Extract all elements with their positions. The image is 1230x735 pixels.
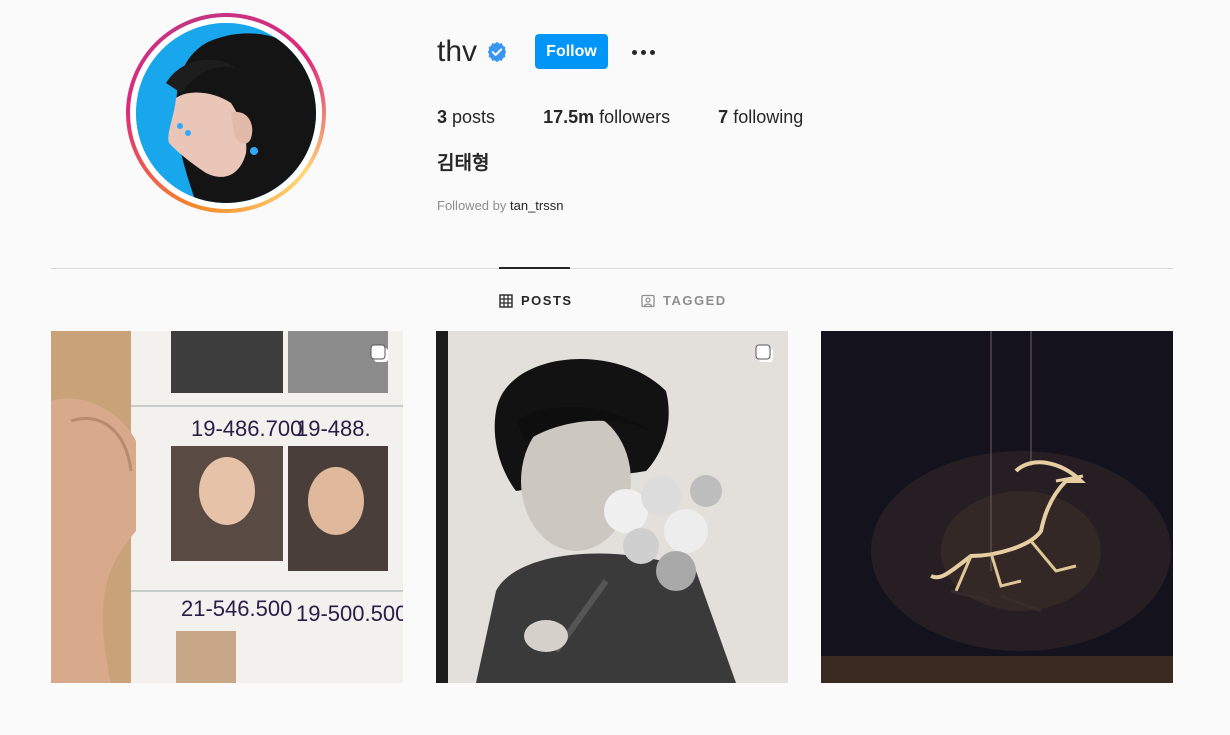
more-options-icon[interactable]	[628, 40, 658, 64]
carousel-icon	[754, 343, 776, 365]
svg-text:19-488.: 19-488.	[296, 416, 371, 441]
carousel-icon	[369, 343, 391, 365]
post-thumbnail[interactable]	[436, 331, 788, 683]
username-row: thv	[437, 34, 508, 70]
avatar[interactable]	[136, 23, 316, 203]
avatar-frame	[130, 17, 322, 209]
svg-text:19-500.500: 19-500.500	[296, 601, 403, 626]
dot	[631, 49, 637, 55]
followed-by[interactable]: Followed by tan_trssn	[437, 198, 563, 214]
profile-avatar-story-ring[interactable]	[126, 13, 326, 213]
follow-button[interactable]: Follow	[535, 34, 608, 69]
tab-posts-label: POSTS	[521, 293, 573, 308]
following-link[interactable]: 7 following	[718, 105, 803, 129]
full-name: 김태형	[437, 153, 490, 174]
tab-tagged-label: TAGGED	[663, 293, 727, 308]
posts-count-label: posts	[452, 107, 496, 127]
tab-tagged[interactable]: TAGGED	[641, 292, 727, 310]
active-tab-indicator	[499, 267, 570, 269]
post-image: 19-486.700 19-488. 21-546.500 19-500.500	[51, 331, 403, 683]
post-image	[821, 331, 1173, 683]
followed-by-prefix: Followed by	[437, 198, 507, 213]
tabs-divider	[51, 268, 1173, 269]
following-count-value: 7	[718, 107, 729, 127]
post-thumbnail[interactable]	[821, 331, 1173, 683]
tab-posts[interactable]: POSTS	[499, 292, 573, 310]
following-label: following	[733, 107, 804, 127]
svg-text:21-546.500: 21-546.500	[181, 596, 292, 621]
followers-label: followers	[599, 107, 671, 127]
svg-text:19-486.700: 19-486.700	[191, 416, 302, 441]
followers-link[interactable]: 17.5m followers	[543, 105, 670, 129]
dot	[649, 49, 655, 55]
profile-stats: 3 posts 17.5m followers 7 following	[437, 105, 803, 129]
post-thumbnail[interactable]: 19-486.700 19-488. 21-546.500 19-500.500	[51, 331, 403, 683]
followers-count-value: 17.5m	[543, 107, 595, 127]
tagged-user-icon	[641, 294, 655, 308]
username: thv	[437, 35, 478, 68]
verified-badge-icon	[486, 41, 508, 63]
avatar-image	[136, 23, 316, 203]
followed-by-user[interactable]: tan_trssn	[510, 198, 563, 213]
post-image	[436, 331, 788, 683]
posts-count-value: 3	[437, 107, 448, 127]
dot	[640, 49, 646, 55]
posts-count: 3 posts	[437, 105, 495, 129]
grid-icon	[499, 294, 513, 308]
